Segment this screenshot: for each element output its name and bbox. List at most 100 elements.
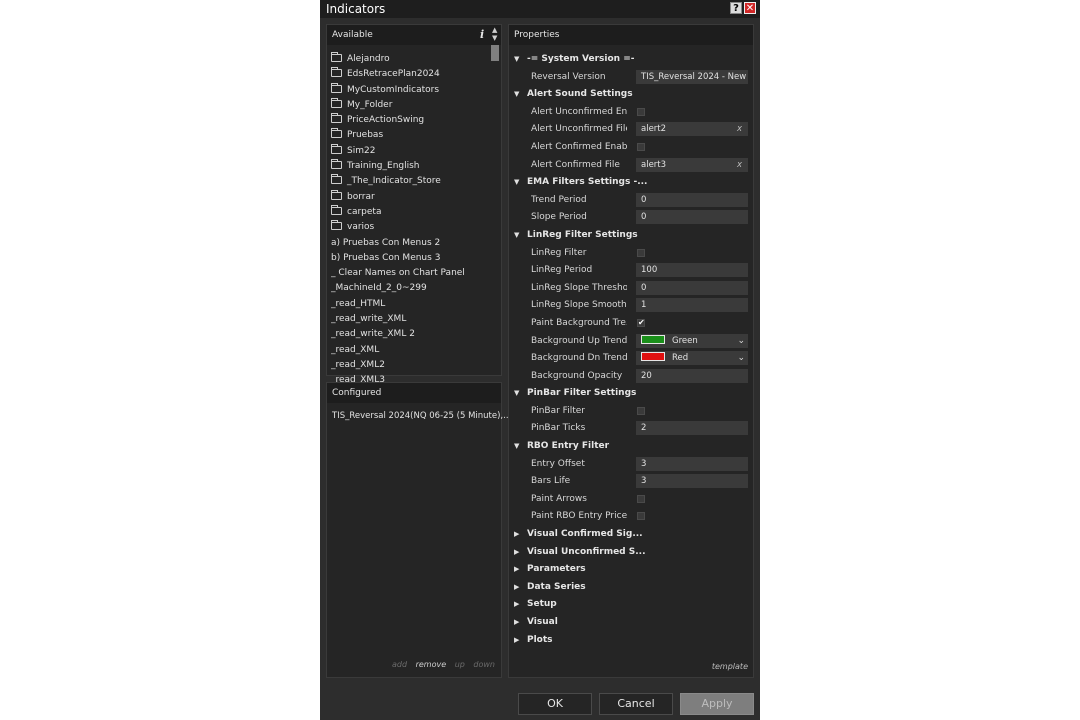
expanded-arrow-icon[interactable]: ▼ (514, 389, 519, 397)
available-item[interactable]: Pruebas (331, 128, 491, 143)
property-value-input[interactable]: 0 (636, 210, 748, 225)
available-item[interactable]: varios (331, 220, 491, 235)
info-icon[interactable]: i (480, 28, 484, 41)
available-item[interactable]: _MachineId_2_0~299 (331, 281, 491, 296)
property-value-input[interactable]: TIS_Reversal 2024 - New Li (636, 69, 748, 84)
available-item[interactable]: borrar (331, 189, 491, 205)
expanded-arrow-icon[interactable]: ▼ (514, 55, 519, 63)
available-item[interactable]: Sim22 (331, 143, 491, 159)
property-category[interactable]: ▶ Plots (509, 632, 753, 650)
file-field[interactable]: alert2 x (636, 122, 748, 137)
property-category[interactable]: ▼ -= System Version =- (509, 51, 753, 69)
available-item-label: _read_HTML (331, 298, 386, 309)
indicators-window: Indicators ? ✕ Available i ▲ ▼ Alejandro E… (320, 0, 760, 720)
remove-link[interactable]: remove (416, 660, 447, 669)
sort-arrows-icon[interactable]: ▲ ▼ (492, 26, 497, 42)
clear-icon[interactable]: x (737, 158, 742, 172)
property-category[interactable]: ▼ PinBar Filter Settings (509, 385, 753, 403)
property-category[interactable]: ▼ EMA Filters Settings -... (509, 174, 753, 192)
property-category[interactable]: ▶ Visual Unconfirmed S... (509, 544, 753, 562)
expanded-arrow-icon[interactable]: ▼ (514, 231, 519, 239)
expanded-arrow-icon[interactable]: ▼ (514, 90, 519, 98)
folder-icon (331, 82, 342, 93)
properties-panel: Properties ▼ -= System Version =- Reversal… (508, 24, 754, 678)
available-item[interactable]: carpeta (331, 204, 491, 220)
cancel-button[interactable]: Cancel (599, 693, 673, 715)
property-value-input[interactable]: 0 (636, 280, 748, 295)
available-item[interactable]: Training_English (331, 159, 491, 174)
chevron-down-icon[interactable]: ⌄ (737, 334, 745, 348)
property-checkbox[interactable] (637, 142, 645, 151)
available-item[interactable]: _read_XML (331, 343, 491, 358)
available-item-label: a) Pruebas Con Menus 2 (331, 237, 441, 248)
add-link[interactable]: add (392, 660, 407, 669)
color-select[interactable]: Green ⌄ (636, 333, 748, 348)
collapsed-arrow-icon[interactable]: ▶ (514, 618, 519, 626)
property-category[interactable]: ▶ Data Series (509, 579, 753, 597)
property-checkbox[interactable] (637, 512, 645, 521)
property-checkbox[interactable] (637, 248, 645, 257)
property-value: 0 (641, 194, 647, 205)
available-item[interactable]: _read_HTML (331, 297, 491, 312)
property-label: Alert Confirmed Enable (531, 141, 627, 152)
collapsed-arrow-icon[interactable]: ▶ (514, 636, 519, 644)
available-item[interactable]: _read_XML2 (331, 358, 491, 373)
close-button[interactable]: ✕ (744, 2, 756, 14)
expanded-arrow-icon[interactable]: ▼ (514, 442, 519, 450)
color-select[interactable]: Red ⌄ (636, 351, 748, 366)
down-link[interactable]: down (473, 660, 495, 669)
property-value-input[interactable]: 1 (636, 298, 748, 313)
collapsed-arrow-icon[interactable]: ▶ (514, 565, 519, 573)
property-value-input[interactable]: 0 (636, 192, 748, 207)
property-value-input[interactable]: 3 (636, 456, 748, 471)
available-item[interactable]: _ Clear Names on Chart Panel (331, 266, 491, 281)
property-value-input[interactable]: 20 (636, 368, 748, 383)
property-category[interactable]: ▼ RBO Entry Filter (509, 438, 753, 456)
title-bar[interactable]: Indicators ? ✕ (320, 0, 760, 18)
available-item[interactable]: EdsRetracePlan2024 (331, 67, 491, 82)
collapsed-arrow-icon[interactable]: ▶ (514, 600, 519, 608)
configured-item[interactable]: TIS_Reversal 2024(NQ 06-25 (5 Minute),..… (332, 411, 511, 421)
available-item[interactable]: _read_write_XML 2 (331, 327, 491, 342)
template-link[interactable]: template (712, 662, 748, 671)
available-header: Available i ▲ ▼ (327, 25, 501, 45)
property-checkbox[interactable]: ✔ (637, 318, 645, 327)
chevron-down-icon[interactable]: ⌄ (737, 351, 745, 365)
available-item[interactable]: _read_write_XML (331, 312, 491, 327)
property-category[interactable]: ▶ Visual Confirmed Sig... (509, 526, 753, 544)
ok-button[interactable]: OK (518, 693, 592, 715)
collapsed-arrow-icon[interactable]: ▶ (514, 530, 519, 538)
available-item-label: varios (347, 222, 375, 233)
property-category[interactable]: ▶ Visual (509, 614, 753, 632)
property-category[interactable]: ▼ LinReg Filter Settings (509, 227, 753, 245)
collapsed-arrow-icon[interactable]: ▶ (514, 583, 519, 591)
help-button[interactable]: ? (730, 2, 742, 14)
property-value-input[interactable]: 2 (636, 421, 748, 436)
property-checkbox[interactable] (637, 107, 645, 116)
property-value: Green (672, 335, 698, 346)
clear-icon[interactable]: x (737, 122, 742, 136)
scrollbar-thumb[interactable] (491, 45, 499, 61)
property-category[interactable]: ▼ Alert Sound Settings (509, 86, 753, 104)
available-item[interactable]: a) Pruebas Con Menus 2 (331, 236, 491, 251)
available-item[interactable]: MyCustomIndicators (331, 82, 491, 98)
property-value-input[interactable]: 3 (636, 474, 748, 489)
property-value-input[interactable]: 100 (636, 263, 748, 278)
property-category[interactable]: ▶ Parameters (509, 561, 753, 579)
apply-button[interactable]: Apply (680, 693, 754, 715)
property-checkbox[interactable] (637, 406, 645, 415)
category-label: RBO Entry Filter (527, 441, 610, 452)
available-item[interactable]: My_Folder (331, 97, 491, 113)
available-item[interactable]: PriceActionSwing (331, 113, 491, 128)
available-item[interactable]: b) Pruebas Con Menus 3 (331, 251, 491, 266)
property-label: Alert Confirmed File (531, 159, 620, 170)
property-checkbox[interactable] (637, 494, 645, 503)
property-label: Background Up Trend (531, 335, 627, 346)
up-link[interactable]: up (455, 660, 465, 669)
available-item[interactable]: _The_Indicator_Store (331, 174, 491, 189)
expanded-arrow-icon[interactable]: ▼ (514, 178, 519, 186)
available-item[interactable]: Alejandro (331, 52, 491, 67)
collapsed-arrow-icon[interactable]: ▶ (514, 548, 519, 556)
file-field[interactable]: alert3 x (636, 157, 748, 172)
property-category[interactable]: ▶ Setup (509, 596, 753, 614)
